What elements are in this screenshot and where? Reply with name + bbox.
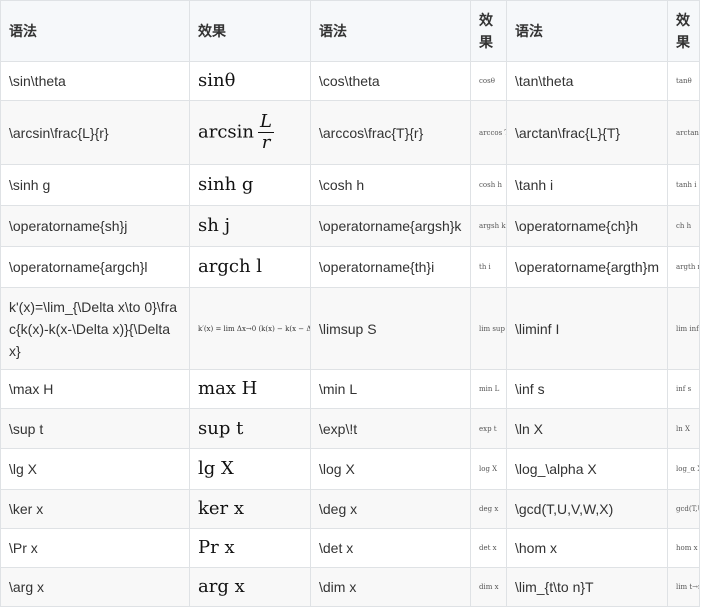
function-name: arcsin (198, 121, 255, 143)
syntax-cell: \sin\theta (0, 61, 190, 101)
effect-cell: tanh i (667, 164, 700, 206)
syntax-cell: \tanh i (506, 164, 668, 206)
syntax-cell: \inf s (506, 369, 668, 409)
effect-cell: sh j (189, 205, 311, 247)
column-header-effect: 效果 (470, 0, 507, 62)
syntax-cell: \operatorname{th}i (310, 246, 471, 288)
syntax-cell: \operatorname{argch}l (0, 246, 190, 288)
effect-cell: sinθ (189, 61, 311, 101)
syntax-cell: \gcd(T,U,V,W,X) (506, 489, 668, 529)
syntax-cell: \min L (310, 369, 471, 409)
syntax-cell: \hom x (506, 528, 668, 568)
effect-cell: tanθ (667, 61, 700, 101)
effect-cell: sinh g (189, 164, 311, 206)
column-header-syntax: 语法 (506, 0, 668, 62)
syntax-cell: k'(x)=\lim_{\Delta x\to 0}\frac{k(x)-k(x… (0, 287, 190, 370)
effect-cell: cosh h (470, 164, 507, 206)
effect-cell: th i (470, 246, 507, 288)
fraction-denominator: r (261, 132, 271, 153)
table-row: \operatorname{argch}l argch l \operatorn… (0, 246, 700, 288)
effect-cell: k′(x) = lim Δx→0 (k(x) − k(x − Δx)) / Δx (189, 287, 311, 370)
effect-cell: lim inf I (667, 287, 700, 370)
syntax-cell: \log_\alpha X (506, 448, 668, 490)
syntax-cell: \ln X (506, 408, 668, 449)
syntax-cell: \operatorname{argth}m (506, 246, 668, 288)
effect-cell: ch h (667, 205, 700, 247)
table-row: \sinh g sinh g \cosh h cosh h \tanh i ta… (0, 164, 700, 206)
column-header-syntax: 语法 (0, 0, 190, 62)
syntax-cell: \det x (310, 528, 471, 568)
syntax-cell: \arccos\frac{T}{r} (310, 100, 471, 165)
fraction-numerator: L (258, 111, 274, 133)
effect-cell: log_α X (667, 448, 700, 490)
effect-cell: lg X (189, 448, 311, 490)
table-row: \Pr x Pr x \det x det x \hom x hom x (0, 528, 700, 568)
syntax-cell: \log X (310, 448, 471, 490)
effect-cell: arcsin Lr (189, 100, 311, 165)
effect-cell: log X (470, 448, 507, 490)
effect-cell: ker x (189, 489, 311, 529)
syntax-cell: \lim_{t\to n}T (506, 567, 668, 607)
syntax-cell: \limsup S (310, 287, 471, 370)
effect-cell: hom x (667, 528, 700, 568)
header-row: 语法 效果 语法 效果 语法 效果 (0, 0, 700, 62)
syntax-cell: \dim x (310, 567, 471, 607)
effect-cell: Pr x (189, 528, 311, 568)
fraction: Lr (258, 112, 274, 153)
syntax-cell: \arcsin\frac{L}{r} (0, 100, 190, 165)
effect-cell: argsh k (470, 205, 507, 247)
syntax-cell: \arctan\frac{L}{T} (506, 100, 668, 165)
syntax-cell: \cos\theta (310, 61, 471, 101)
effect-cell: max H (189, 369, 311, 409)
table-row: \lg X lg X \log X log X \log_\alpha X lo… (0, 448, 700, 490)
effect-cell: gcd(T,U,V,W,X) (667, 489, 700, 529)
syntax-cell: \Pr x (0, 528, 190, 568)
syntax-cell: \deg x (310, 489, 471, 529)
syntax-cell: \sinh g (0, 164, 190, 206)
syntax-cell: \arg x (0, 567, 190, 607)
table-row: \sup t sup t \exp\!t exp t \ln X ln X (0, 408, 700, 449)
effect-cell: inf s (667, 369, 700, 409)
latex-function-table: 语法 效果 语法 效果 语法 效果 \sin\theta sinθ \cos\t… (0, 0, 700, 607)
effect-cell: argch l (189, 246, 311, 288)
effect-cell: lim sup S (470, 287, 507, 370)
syntax-cell: \liminf I (506, 287, 668, 370)
effect-cell: dim x (470, 567, 507, 607)
column-header-syntax: 语法 (310, 0, 471, 62)
effect-cell: cosθ (470, 61, 507, 101)
syntax-cell: \operatorname{argsh}k (310, 205, 471, 247)
syntax-cell: \operatorname{ch}h (506, 205, 668, 247)
syntax-cell: \ker x (0, 489, 190, 529)
derivative-formula: k′(x) = lim Δx→0 (k(x) − k(x − Δx)) / Δx (198, 324, 310, 333)
effect-cell: sup t (189, 408, 311, 449)
syntax-cell: \cosh h (310, 164, 471, 206)
effect-cell: arctan L/T (667, 100, 700, 165)
table-row: \sin\theta sinθ \cos\theta cosθ \tan\the… (0, 61, 700, 101)
syntax-cell: \tan\theta (506, 61, 668, 101)
effect-cell: exp t (470, 408, 507, 449)
syntax-cell: \operatorname{sh}j (0, 205, 190, 247)
table-row: k'(x)=\lim_{\Delta x\to 0}\frac{k(x)-k(x… (0, 287, 700, 370)
table-row: \operatorname{sh}j sh j \operatorname{ar… (0, 205, 700, 247)
effect-cell: argth m (667, 246, 700, 288)
table-row: \ker x ker x \deg x deg x \gcd(T,U,V,W,X… (0, 489, 700, 529)
effect-cell: min L (470, 369, 507, 409)
effect-cell: arg x (189, 567, 311, 607)
syntax-cell: \max H (0, 369, 190, 409)
effect-cell: ln X (667, 408, 700, 449)
table-row: \arg x arg x \dim x dim x \lim_{t\to n}T… (0, 567, 700, 607)
effect-cell: arccos T/r (470, 100, 507, 165)
syntax-cell: \lg X (0, 448, 190, 490)
column-header-effect: 效果 (189, 0, 311, 62)
effect-cell: det x (470, 528, 507, 568)
column-header-effect: 效果 (667, 0, 700, 62)
syntax-cell: \exp\!t (310, 408, 471, 449)
table-row: \arcsin\frac{L}{r} arcsin Lr \arccos\frac… (0, 100, 700, 165)
table-row: \max H max H \min L min L \inf s inf s (0, 369, 700, 409)
effect-cell: deg x (470, 489, 507, 529)
syntax-cell: \sup t (0, 408, 190, 449)
effect-cell: lim t→n T (667, 567, 700, 607)
